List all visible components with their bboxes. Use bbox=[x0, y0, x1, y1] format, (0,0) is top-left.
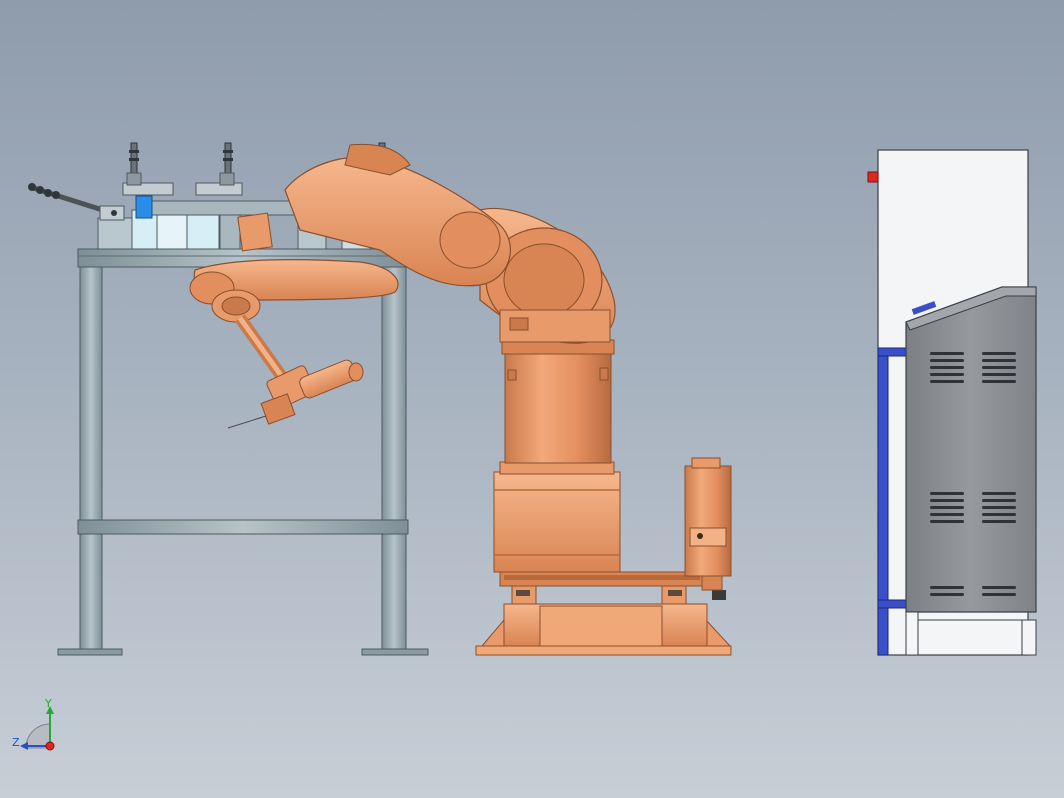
robot-column bbox=[501, 339, 615, 464]
coordinate-triad: Y Z bbox=[12, 697, 55, 751]
robot-base-platform bbox=[475, 571, 732, 656]
cad-viewport[interactable]: Y Z bbox=[0, 0, 1064, 798]
table-leg-right bbox=[381, 266, 407, 652]
y-axis-label: Y bbox=[44, 697, 52, 710]
horizontal-clamp bbox=[28, 183, 125, 221]
table-leg-left bbox=[79, 266, 103, 652]
assembly-drawing: Y Z bbox=[12, 142, 1037, 751]
cabinet-gray-panel bbox=[905, 286, 1037, 613]
x-axis-dot bbox=[45, 741, 55, 751]
toggle-clamp-2 bbox=[195, 142, 243, 196]
robot-upper-arm bbox=[193, 143, 511, 301]
control-cabinet bbox=[867, 149, 1037, 656]
robot-base bbox=[493, 461, 621, 573]
cabinet-blue-frame bbox=[877, 347, 889, 656]
table-foot-right bbox=[361, 648, 429, 656]
toggle-clamp-1 bbox=[122, 142, 174, 196]
table-crossbeam bbox=[77, 519, 409, 535]
servo-motor bbox=[684, 457, 732, 591]
z-axis-label: Z bbox=[12, 736, 20, 749]
welding-torch bbox=[227, 314, 364, 429]
blue-workpiece bbox=[135, 195, 153, 219]
table-foot-left bbox=[57, 648, 123, 656]
industrial-robot bbox=[189, 143, 732, 656]
red-indicator bbox=[867, 171, 879, 183]
